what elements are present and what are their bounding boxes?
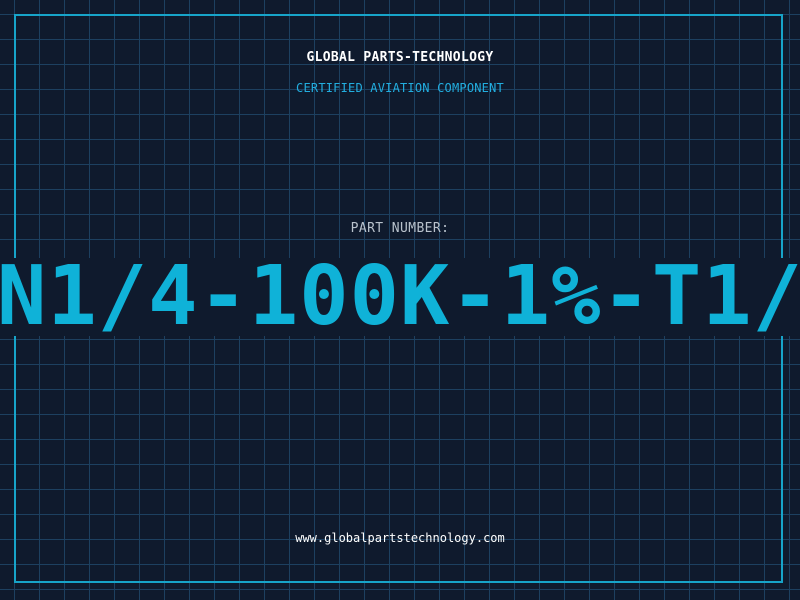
part-number-band: RN1/4-100K-1%-T1/T (0, 258, 800, 336)
website-url: www.globalpartstechnology.com (295, 531, 505, 545)
company-name: GLOBAL PARTS-TECHNOLOGY (306, 50, 494, 65)
tagline: CERTIFIED AVIATION COMPONENT (296, 81, 504, 95)
part-number-value: RN1/4-100K-1%-T1/T (0, 258, 800, 336)
part-number-label: PART NUMBER: (350, 221, 450, 236)
